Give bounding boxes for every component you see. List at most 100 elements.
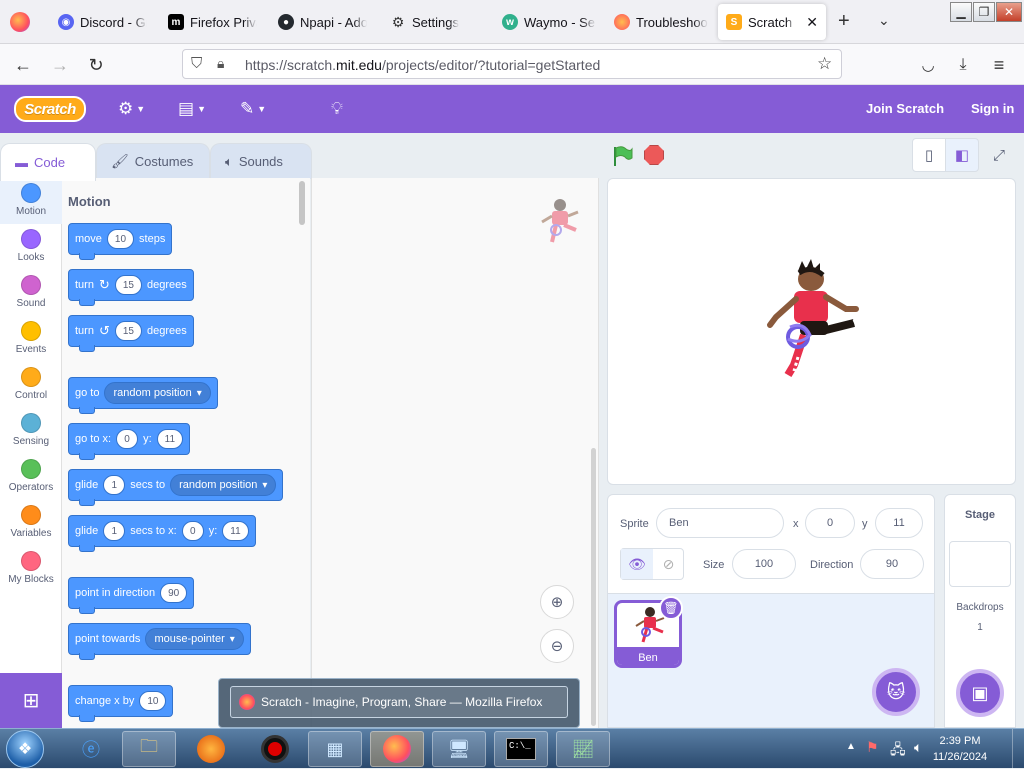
security-flag-icon[interactable]: ⚑ bbox=[866, 739, 879, 756]
script-scrollbar[interactable] bbox=[591, 448, 596, 726]
join-scratch-link[interactable]: Join Scratch bbox=[866, 101, 944, 116]
block-number-input[interactable]: 1 bbox=[103, 521, 126, 541]
block-number-input[interactable]: 90 bbox=[160, 583, 188, 603]
block-glide-to[interactable]: glide 1 secs to random position bbox=[68, 469, 284, 506]
remote-desktop-icon[interactable]: 🖥︎ bbox=[432, 731, 486, 767]
zoom-in-button[interactable]: ⊕ bbox=[540, 585, 574, 619]
category-sound[interactable]: Sound bbox=[0, 270, 62, 316]
block-go-to[interactable]: go to random position bbox=[68, 377, 218, 414]
palette-scrollbar[interactable] bbox=[299, 181, 305, 225]
tab-scratch[interactable]: S Scratch - I ✕ bbox=[718, 4, 826, 40]
firefox-menu-icon[interactable] bbox=[10, 12, 30, 32]
category-my-blocks[interactable]: My Blocks bbox=[0, 546, 62, 592]
hide-sprite-eye-icon[interactable]: ⊘ bbox=[653, 549, 684, 579]
block-turn-right[interactable]: turn ↻ 15 degrees bbox=[68, 269, 194, 306]
category-sensing[interactable]: Sensing bbox=[0, 408, 62, 454]
tab-discord[interactable]: ◉ Discord - Group bbox=[50, 4, 155, 40]
app-menu-icon[interactable]: ≡ bbox=[986, 52, 1012, 78]
file-menu[interactable]: ▤ ▼ bbox=[178, 98, 206, 120]
fullscreen-icon[interactable]: ⤢ bbox=[982, 138, 1016, 172]
document-viewer-icon[interactable]: ▦ bbox=[308, 731, 362, 767]
tab-costumes[interactable]: 🖌︎ Costumes bbox=[96, 143, 210, 179]
task-manager-icon[interactable]: 📈︎ bbox=[556, 731, 610, 767]
category-events[interactable]: Events bbox=[0, 316, 62, 362]
show-hidden-icons[interactable]: ▲ bbox=[846, 741, 856, 752]
category-motion[interactable]: Motion bbox=[0, 178, 62, 224]
block-number-input[interactable]: 0 bbox=[181, 521, 204, 541]
sprite-name-field[interactable]: Ben bbox=[656, 508, 784, 538]
bookmark-star-icon[interactable]: ☆ bbox=[817, 54, 832, 74]
sprite-x-field[interactable]: 0 bbox=[805, 508, 855, 538]
tab-troubleshoot[interactable]: Troubleshoot bbox=[606, 4, 716, 40]
block-change-x[interactable]: change x by 10 bbox=[68, 685, 174, 722]
block-number-input[interactable]: 11 bbox=[156, 429, 184, 449]
block-go-to-xy[interactable]: go to x: 0 y: 11 bbox=[68, 423, 191, 460]
back-button[interactable]: ← bbox=[10, 52, 36, 78]
script-area[interactable]: ⊕ ⊖ bbox=[311, 178, 599, 728]
block-number-input[interactable]: 15 bbox=[114, 321, 142, 341]
sprite-ben[interactable] bbox=[758, 257, 864, 390]
taskbar-window-preview[interactable]: Scratch - Imagine, Program, Share — Mozi… bbox=[218, 678, 580, 728]
block-number-input[interactable]: 0 bbox=[116, 429, 139, 449]
start-button[interactable]: ❖ bbox=[6, 730, 44, 768]
list-tabs-icon[interactable]: ⌄ bbox=[878, 12, 890, 29]
green-flag-icon[interactable] bbox=[612, 145, 633, 166]
tutorials-lightbulb-icon[interactable]: 💡︎ bbox=[331, 98, 343, 120]
category-control[interactable]: Control bbox=[0, 362, 62, 408]
sprite-y-field[interactable]: 11 bbox=[875, 508, 923, 538]
add-extension-button[interactable]: ⊞ bbox=[0, 673, 62, 728]
stage-canvas[interactable] bbox=[607, 178, 1016, 485]
tab-sounds[interactable]: 🔈︎ Sounds bbox=[210, 143, 312, 179]
block-turn-left[interactable]: turn ↺ 15 degrees bbox=[68, 315, 194, 352]
shield-icon[interactable]: ⛉ bbox=[191, 55, 202, 72]
tab-npapi[interactable]: ● Npapi - Adobe bbox=[270, 4, 375, 40]
scratch-logo[interactable]: Scratch bbox=[14, 96, 86, 122]
sprite-direction-field[interactable]: 90 bbox=[860, 549, 924, 579]
restore-button[interactable]: ❐ bbox=[973, 2, 995, 22]
tab-waymo[interactable]: w Waymo - Self bbox=[494, 4, 604, 40]
choose-backdrop-button[interactable]: ▣ bbox=[956, 669, 1004, 717]
block-dropdown[interactable]: random position bbox=[170, 474, 277, 496]
file-explorer-icon[interactable]: 🗀 bbox=[122, 731, 176, 767]
reload-button[interactable]: ↻ bbox=[83, 52, 109, 78]
show-desktop-button[interactable] bbox=[1012, 729, 1024, 769]
command-prompt-icon[interactable]: C:\_ bbox=[494, 731, 548, 767]
new-tab-icon[interactable]: + bbox=[838, 10, 850, 33]
system-clock[interactable]: 2:39 PM 11/26/2024 bbox=[932, 733, 988, 765]
forward-button[interactable]: → bbox=[47, 52, 73, 78]
tab-settings[interactable]: ⚙ Settings bbox=[382, 4, 487, 40]
block-number-input[interactable]: 11 bbox=[222, 521, 249, 541]
block-point-towards[interactable]: point towards mouse-pointer bbox=[68, 623, 251, 660]
choose-sprite-button[interactable]: 🐱︎ bbox=[872, 668, 920, 716]
category-operators[interactable]: Operators bbox=[0, 454, 62, 500]
firefox-taskbar-icon[interactable] bbox=[370, 731, 424, 767]
internet-explorer-icon[interactable]: ⓔ bbox=[64, 731, 118, 767]
close-window-button[interactable]: ✕ bbox=[996, 2, 1022, 22]
settings-menu[interactable]: ⚙ ▼ bbox=[118, 98, 145, 120]
block-glide-to-xy[interactable]: glide 1 secs to x: 0 y: 11 bbox=[68, 515, 256, 552]
sprite-size-field[interactable]: 100 bbox=[732, 549, 796, 579]
volume-icon[interactable]: 🔈︎ bbox=[914, 739, 922, 756]
tab-firefox-privacy[interactable]: m Firefox Privacy bbox=[160, 4, 265, 40]
category-variables[interactable]: Variables bbox=[0, 500, 62, 546]
block-dropdown[interactable]: random position bbox=[104, 382, 211, 404]
block-point-in-direction[interactable]: point in direction 90 bbox=[68, 577, 195, 614]
pocket-icon[interactable]: ◡ bbox=[915, 52, 941, 78]
block-number-input[interactable]: 1 bbox=[103, 475, 126, 495]
tab-code[interactable]: ▬ Code bbox=[0, 143, 96, 181]
lock-icon[interactable]: 🔒︎ bbox=[217, 55, 224, 72]
block-dropdown[interactable]: mouse-pointer bbox=[145, 628, 244, 650]
media-player-icon[interactable] bbox=[184, 731, 238, 767]
downloads-icon[interactable]: ⤓ bbox=[950, 52, 976, 78]
network-icon[interactable]: 🖧︎ bbox=[890, 739, 906, 763]
record-icon[interactable] bbox=[248, 731, 302, 767]
close-tab-icon[interactable]: ✕ bbox=[806, 14, 818, 31]
edit-menu[interactable]: ✎ ▼ bbox=[240, 98, 266, 120]
category-looks[interactable]: Looks bbox=[0, 224, 62, 270]
delete-sprite-icon[interactable]: 🗑︎ bbox=[659, 596, 683, 620]
block-number-input[interactable]: 10 bbox=[139, 691, 167, 711]
address-bar[interactable]: ⛉ 🔒︎ https://scratch.mit.edu/projects/ed… bbox=[182, 49, 842, 79]
normal-stage-button[interactable]: ◧ bbox=[945, 138, 979, 172]
minimize-button[interactable]: ▁ bbox=[950, 2, 972, 22]
show-sprite-eye-icon[interactable]: 👁︎ bbox=[621, 549, 653, 579]
